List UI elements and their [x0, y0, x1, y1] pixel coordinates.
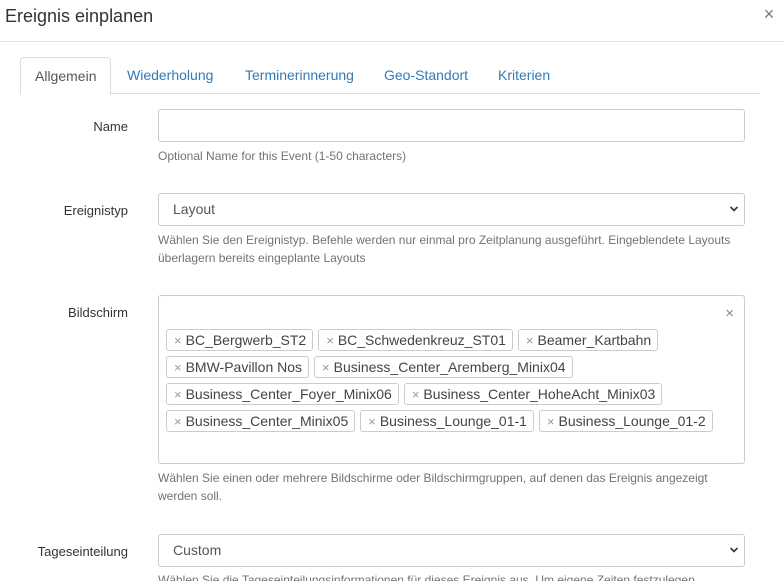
display-tag-label: Business_Lounge_01-2: [558, 413, 706, 429]
display-tag: × BMW-Pavillon Nos: [166, 356, 310, 378]
display-tag: × Beamer_Kartbahn: [517, 329, 659, 351]
display-tag: × BC_Bergwerb_ST2: [166, 329, 314, 351]
tab-kriterien[interactable]: Kriterien: [498, 57, 550, 94]
display-tag-label: Business_Center_Foyer_Minix06: [185, 386, 392, 402]
displays-multiselect[interactable]: × × BC_Bergwerb_ST2 × BC_Schwedenkreuz_ST01…: [158, 295, 745, 464]
display-tag: × Business_Lounge_01-2: [538, 410, 713, 432]
tab-bar: Allgemein Wiederholung Terminerinnerung …: [20, 57, 760, 95]
close-button[interactable]: ×: [760, 4, 778, 24]
day-parting-label: Tageseinteilung: [37, 544, 128, 559]
display-tag-label: Business_Lounge_01-1: [379, 413, 527, 429]
remove-tag-icon[interactable]: ×: [412, 387, 420, 402]
display-tag-label: BMW-Pavillon Nos: [185, 359, 303, 375]
event-type-label: Ereignistyp: [63, 203, 128, 218]
chevron-down-icon: [730, 547, 738, 553]
name-label: Name: [93, 119, 128, 134]
display-tag: × Business_Lounge_01-1: [360, 410, 534, 432]
remove-tag-icon[interactable]: ×: [322, 360, 330, 375]
remove-tag-icon[interactable]: ×: [174, 414, 182, 429]
name-help: Optional Name for this Event (1-50 chara…: [158, 149, 407, 163]
day-parting-help: Wählen Sie die Tageseinteilungsinformati…: [158, 573, 695, 581]
display-tag-label: BC_Bergwerb_ST2: [185, 332, 307, 348]
name-input[interactable]: [158, 109, 745, 142]
display-tag: × Business_Center_HoheAcht_Minix03: [403, 383, 663, 405]
display-tag: × BC_Schwedenkreuz_ST01: [318, 329, 513, 351]
tab-allgemein[interactable]: Allgemein: [20, 57, 112, 95]
display-tags: × BC_Bergwerb_ST2 × BC_Schwedenkreuz_ST01 × B…: [166, 329, 726, 437]
remove-tag-icon[interactable]: ×: [174, 387, 182, 402]
display-tag-label: Business_Center_Minix05: [185, 413, 349, 429]
remove-tag-icon[interactable]: ×: [547, 414, 555, 429]
display-tag-label: Business_Center_HoheAcht_Minix03: [423, 386, 656, 402]
remove-tag-icon[interactable]: ×: [368, 414, 376, 429]
remove-tag-icon[interactable]: ×: [326, 333, 334, 348]
day-parting-select[interactable]: Custom: [158, 534, 745, 567]
remove-tag-icon[interactable]: ×: [174, 333, 182, 348]
modal-header: Ereignis einplanen ×: [0, 0, 784, 42]
event-type-value: Layout: [173, 201, 216, 217]
displays-help: Wählen Sie einen oder mehrere Bildschirm…: [158, 471, 708, 503]
display-tag-label: Beamer_Kartbahn: [537, 332, 652, 348]
display-tag: × Business_Center_Foyer_Minix06: [166, 383, 399, 405]
display-tag-label: Business_Center_Aremberg_Minix04: [333, 359, 566, 375]
chevron-down-icon: [730, 206, 738, 212]
display-tag: × Business_Center_Aremberg_Minix04: [314, 356, 573, 378]
event-type-select[interactable]: Layout: [158, 193, 745, 226]
tab-terminerinnerung[interactable]: Terminerinnerung: [245, 57, 354, 94]
day-parting-value: Custom: [173, 542, 222, 558]
display-tag-label: BC_Schwedenkreuz_ST01: [337, 332, 506, 348]
event-type-help: Wählen Sie den Ereignistyp. Befehle werd…: [158, 233, 731, 265]
remove-tag-icon[interactable]: ×: [526, 333, 534, 348]
remove-tag-icon[interactable]: ×: [174, 360, 182, 375]
display-tag: × Business_Center_Minix05: [166, 410, 356, 432]
tab-wiederholung[interactable]: Wiederholung: [127, 57, 213, 94]
displays-label: Bildschirm: [68, 305, 128, 320]
clear-all-icon[interactable]: ×: [725, 306, 734, 322]
tab-geo-standort[interactable]: Geo-Standort: [384, 57, 468, 94]
modal-title: Ereignis einplanen: [5, 6, 154, 26]
